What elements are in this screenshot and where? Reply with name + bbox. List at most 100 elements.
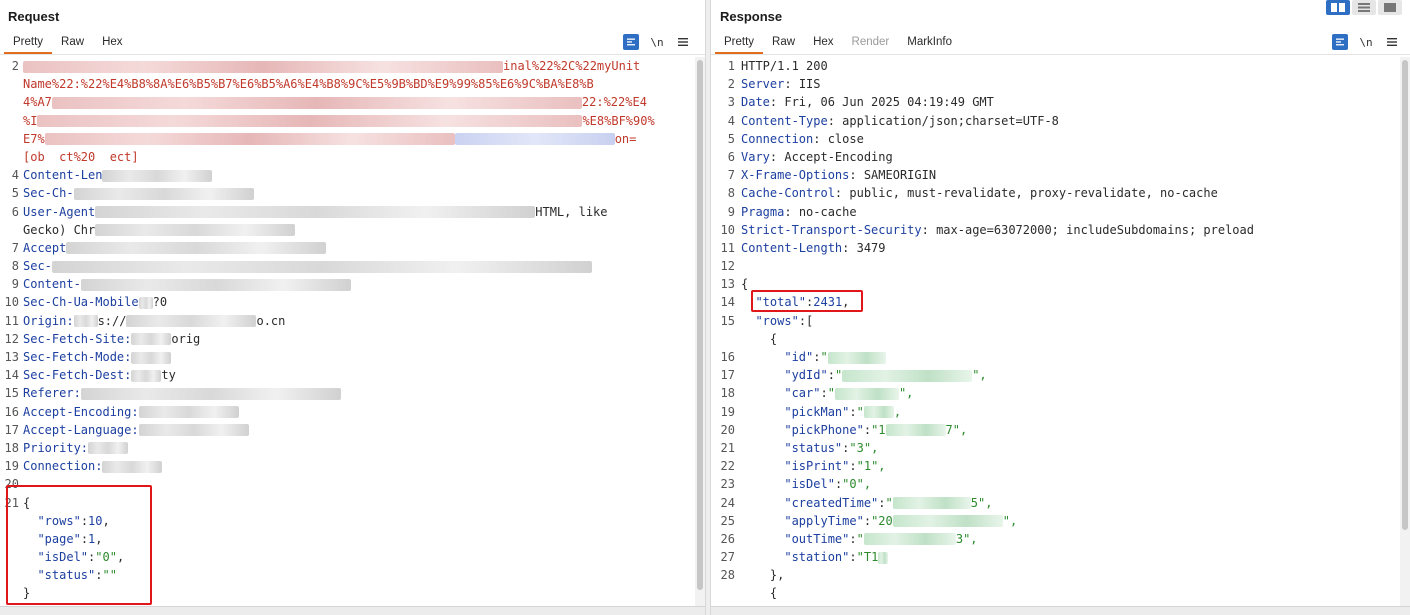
layout-single-icon[interactable] <box>1378 0 1402 15</box>
response-scrollbar-thumb[interactable] <box>1402 60 1408 530</box>
resp-header-value: Fri, 06 Jun 2025 04:19:49 GMT <box>784 95 994 110</box>
redacted-block <box>863 406 894 419</box>
json-value: "3", <box>849 440 879 455</box>
resp-header-value: max-age=63072000; includeSubdomains; pre… <box>936 222 1254 237</box>
json-key: "createdTime" <box>784 495 879 510</box>
req-l2f: [ob ct%20 ect] <box>23 149 139 164</box>
request-editor[interactable]: 2 inal%22%2C%22myUnit Name%22:%22%E4%B8%8… <box>0 57 705 606</box>
json-value: "" <box>102 568 117 583</box>
response-tab-markinfo[interactable]: MarkInfo <box>898 32 961 54</box>
resp-line-10: 10 Strict-Transport-Security: max-age=630… <box>720 222 1254 237</box>
request-tab-raw[interactable]: Raw <box>52 32 93 54</box>
response-newline-toggle[interactable]: \n <box>1358 34 1374 50</box>
redacted-block <box>138 424 249 437</box>
redacted-block <box>454 133 615 146</box>
resp-header-value: public, must-revalidate, proxy-revalidat… <box>849 186 1218 201</box>
request-pretty-format-icon[interactable] <box>623 34 639 50</box>
json-value: 10 <box>88 513 103 528</box>
req-header-value: s:// <box>97 313 127 328</box>
req-header-name: Sec-Fetch-Site: <box>23 331 132 346</box>
json-value: "0", <box>842 477 872 492</box>
req-line-21: 21{ <box>0 494 705 512</box>
json-value: " <box>856 531 864 546</box>
redacted-block <box>51 260 592 273</box>
redacted-block <box>73 187 254 200</box>
request-menu-icon[interactable] <box>675 34 691 50</box>
resp-field-17: 17 "ydId":" ", <box>720 368 987 383</box>
json-value: , <box>893 404 902 419</box>
redacted-block <box>131 333 172 346</box>
req-l2d-b: %E8%BF%90% <box>582 113 655 128</box>
req-line-2e: E7% on= <box>0 130 705 148</box>
req-line-9: 9 Content- <box>0 275 705 293</box>
req-header-name: Sec- <box>23 259 52 274</box>
response-tab-pretty[interactable]: Pretty <box>715 32 764 54</box>
resp-header-name: Content-Type <box>741 113 828 128</box>
json-value: " <box>827 386 835 401</box>
req-header-value: ty <box>161 368 176 383</box>
req-header-value: Gecko) Chr <box>23 222 96 237</box>
resp-field-25: 25 "applyTime":"20 ", <box>720 513 1018 528</box>
resp-line-12: 12 <box>720 259 735 274</box>
response-footer-bar <box>711 606 1410 615</box>
req-body-close: } <box>0 584 705 602</box>
req-header-value: orig <box>171 331 201 346</box>
req-line-5: 5 Sec-Ch- <box>0 184 705 202</box>
redacted-block <box>95 206 536 218</box>
resp-header-name: Vary <box>741 149 770 164</box>
req-line-10: 10 Sec-Ch-Ua-Mobile ?0 <box>4 295 168 310</box>
request-tab-pretty[interactable]: Pretty <box>4 32 53 54</box>
req-line-11: 11 Origin: s://o.cn <box>4 313 286 328</box>
req-l2e-b: on= <box>614 131 637 146</box>
resp-line-5: 5 Connection: close <box>727 131 864 146</box>
resp-field-21: 21 "status":"3", <box>720 440 879 455</box>
req-header-name: Accept <box>23 240 67 255</box>
request-scrollbar-thumb[interactable] <box>697 60 703 590</box>
layout-switcher <box>1326 0 1402 15</box>
resp-line-11: 11 Content-Length: 3479 <box>720 240 886 255</box>
request-toolbar: \n <box>623 34 691 50</box>
resp-header-value: IIS <box>798 77 821 92</box>
layout-stacked-icon[interactable] <box>1352 0 1376 15</box>
req-l2c-b: 22:%22%E4 <box>581 95 647 110</box>
response-menu-icon[interactable] <box>1384 34 1400 50</box>
redacted-block <box>885 424 946 437</box>
response-tab-hex[interactable]: Hex <box>804 32 842 54</box>
req-line-2f: [ob ct%20 ect] <box>0 148 705 166</box>
json-value: ", <box>1002 513 1018 528</box>
layout-side-by-side-icon[interactable] <box>1326 0 1350 15</box>
req-l2c-a: 4%A7 <box>23 95 52 110</box>
request-tab-hex[interactable]: Hex <box>93 32 131 54</box>
req-l2-suffix: inal%22%2C%22myUnit <box>503 59 641 73</box>
redacted-block <box>51 96 582 109</box>
req-line-16: 16 Accept-Encoding: <box>0 403 705 421</box>
response-tab-divider <box>711 54 1410 55</box>
resp-header-value: application/json;charset=UTF-8 <box>842 113 1059 128</box>
req-line-12: 12 Sec-Fetch-Site: orig <box>4 331 201 346</box>
redacted-block <box>102 169 213 182</box>
response-pretty-format-icon[interactable] <box>1332 34 1348 50</box>
resp-line-15: 15 "rows":[ <box>720 313 814 328</box>
json-value: 3", <box>955 531 978 546</box>
resp-header-value: SAMEORIGIN <box>863 168 937 183</box>
response-editor[interactable]: 1 HTTP/1.1 200 2 Server: IIS 3 Date: Fri, 0… <box>711 57 1410 606</box>
json-value: "T1 <box>856 550 879 565</box>
request-newline-toggle[interactable]: \n <box>649 34 665 50</box>
response-toolbar: \n <box>1332 34 1400 50</box>
redacted-block <box>892 515 1003 528</box>
response-tab-raw[interactable]: Raw <box>763 32 804 54</box>
req-line-7: 7 Accept <box>0 239 705 257</box>
response-tab-render[interactable]: Render <box>843 32 899 54</box>
resp-line-28: 28 }, <box>720 568 785 583</box>
json-key: "ydId" <box>784 368 828 383</box>
req-header-name: Referer: <box>23 386 81 401</box>
req-header-name: User-Agent <box>23 204 96 219</box>
resp-header-value: close <box>827 131 864 146</box>
json-key: "pickMan" <box>784 404 850 419</box>
req-line-2c: 4%A7 22:%22%E4 <box>0 93 705 111</box>
redacted-block <box>23 60 503 73</box>
req-body-rows: "rows":10, <box>37 513 110 528</box>
req-line-19: 19 Connection: <box>0 457 705 475</box>
resp-line-13: 13{ <box>720 277 749 292</box>
response-title: Response <box>720 9 783 24</box>
